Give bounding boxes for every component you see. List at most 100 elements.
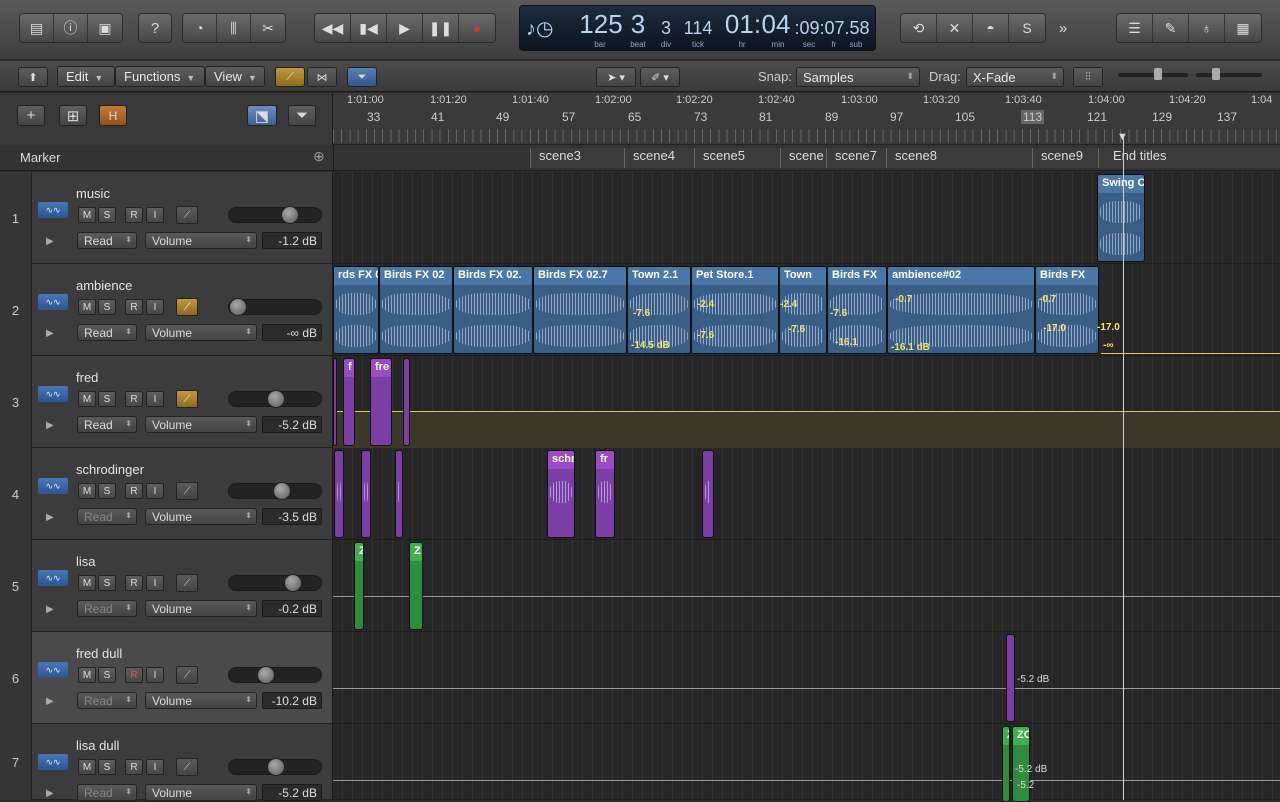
- fader-knob[interactable]: [267, 390, 285, 408]
- automation-parameter-select[interactable]: Volume ⬍: [145, 324, 257, 341]
- solo-button[interactable]: S: [98, 483, 116, 499]
- loop-browser-icon[interactable]: ♁: [1189, 14, 1225, 42]
- record-enable-button[interactable]: R: [125, 299, 143, 315]
- lcd-display[interactable]: ♪◷ 125 3 3 114 01: 04 :09:07.58 bar beat…: [519, 5, 876, 51]
- region-schrodinger[interactable]: [334, 450, 344, 538]
- mute-button[interactable]: M: [78, 299, 96, 315]
- drag-select[interactable]: X-Fade ⬍: [966, 67, 1064, 87]
- track-header-lisa-dull[interactable]: 7 ∿∿ lisa dull M S R I ⟋ ▶ Read ⬍ Volume ⬍…: [0, 724, 333, 801]
- automation-value-field[interactable]: -3.5 dB: [262, 508, 322, 525]
- catch-icon[interactable]: ⏷: [347, 67, 377, 87]
- automation-value-field[interactable]: -10.2 dB: [262, 692, 322, 709]
- lane-fred[interactable]: f fre: [333, 356, 1280, 448]
- automation-icon[interactable]: ⟋: [176, 298, 198, 316]
- library-icon[interactable]: ▤: [20, 14, 54, 42]
- help-icon[interactable]: ?: [138, 13, 172, 43]
- marker-scene3[interactable]: scene3: [530, 148, 624, 168]
- fader-knob[interactable]: [229, 298, 247, 316]
- automation-value-field[interactable]: -5.2 dB: [262, 784, 322, 801]
- notepad-icon[interactable]: ✎: [1153, 14, 1189, 42]
- automation-parameter-select[interactable]: Volume ⬍: [145, 232, 257, 249]
- automation-mode-select[interactable]: Read ⬍: [77, 232, 137, 249]
- fader-knob[interactable]: [281, 206, 299, 224]
- volume-fader[interactable]: [228, 574, 322, 592]
- input-monitor-button[interactable]: I: [146, 483, 164, 499]
- solo-button[interactable]: S: [98, 575, 116, 591]
- track-header-lisa[interactable]: 5 ∿∿ lisa M S R I ⟋ ▶ Read ⬍ Volume ⬍ -0.2…: [0, 540, 333, 632]
- region-ambience[interactable]: Birds FX 02.: [453, 266, 533, 354]
- track-name[interactable]: ambience: [76, 278, 132, 293]
- mute-button[interactable]: M: [78, 207, 96, 223]
- region-fred[interactable]: f: [343, 358, 355, 446]
- solo-button[interactable]: S: [98, 299, 116, 315]
- region-ambience[interactable]: Birds FX 02.7: [533, 266, 627, 354]
- volume-fader[interactable]: [228, 482, 322, 500]
- info-icon[interactable]: ⓘ: [54, 14, 88, 42]
- pointer-tool-icon[interactable]: ➤ ▾: [596, 67, 636, 87]
- region-music[interactable]: Swing C: [1097, 174, 1145, 262]
- region-lisa[interactable]: Z: [354, 542, 364, 630]
- record-enable-button[interactable]: R: [125, 667, 143, 683]
- automation-icon[interactable]: ⟋: [176, 390, 198, 408]
- smart-controls-icon[interactable]: ◔: [183, 14, 217, 42]
- region-fred[interactable]: fre: [370, 358, 392, 446]
- mute-button[interactable]: M: [78, 667, 96, 683]
- volume-fader[interactable]: [228, 298, 322, 316]
- marker-scene9[interactable]: scene9: [1032, 148, 1098, 168]
- volume-fader[interactable]: [228, 666, 322, 684]
- up-arrow-icon[interactable]: ⬆: [18, 67, 48, 87]
- region-fred[interactable]: [403, 358, 410, 446]
- region-lisa[interactable]: Z: [409, 542, 423, 630]
- editors-icon[interactable]: ✂: [251, 14, 285, 42]
- functions-menu[interactable]: Functions ▼: [115, 66, 205, 87]
- add-track-icon[interactable]: +: [17, 105, 45, 126]
- fader-knob[interactable]: [284, 574, 302, 592]
- catch-playhead-icon[interactable]: ⬔: [247, 105, 277, 126]
- timeline-ruler[interactable]: 1:01:00 1:01:20 1:01:40 1:02:00 1:02:20 …: [333, 93, 1280, 145]
- automation-mode-select[interactable]: Read ⬍: [77, 600, 137, 617]
- replace-icon[interactable]: ✕: [937, 14, 973, 42]
- input-monitor-button[interactable]: I: [146, 207, 164, 223]
- track-name[interactable]: music: [76, 186, 110, 201]
- back-icon[interactable]: ▮◀: [351, 14, 387, 42]
- marker-scene6[interactable]: scene: [780, 148, 826, 168]
- marker-end-titles[interactable]: End titles: [1098, 148, 1280, 168]
- automation-parameter-select[interactable]: Volume ⬍: [145, 508, 257, 525]
- mixer-icon[interactable]: ⫼: [217, 14, 251, 42]
- vertical-zoom-slider[interactable]: [1118, 68, 1188, 80]
- automation-line[interactable]: [333, 780, 1280, 781]
- automation-parameter-select[interactable]: Volume ⬍: [145, 784, 257, 801]
- disclosure-triangle-icon[interactable]: ▶: [46, 236, 54, 247]
- automation-icon[interactable]: ⟋: [176, 574, 198, 592]
- automation-toggle-icon[interactable]: ⟋: [275, 67, 305, 87]
- marker-scene8[interactable]: scene8: [886, 148, 1032, 168]
- playhead[interactable]: [1123, 135, 1124, 800]
- region-lisa-dull[interactable]: Z: [1002, 726, 1010, 802]
- track-name[interactable]: lisa dull: [76, 738, 119, 753]
- fader-knob[interactable]: [257, 666, 275, 684]
- automation-value-field[interactable]: -1.2 dB: [262, 232, 322, 249]
- track-header-fred[interactable]: 3 ∿∿ fred M S R I ⟋ ▶ Read ⬍ Volume ⬍ -5.2…: [0, 356, 333, 448]
- lane-lisa-dull[interactable]: Z ZO -5.2 dB -5.2: [333, 724, 1280, 802]
- waveform-zoom-icon[interactable]: ⫶⫶: [1073, 67, 1103, 87]
- disclosure-triangle-icon[interactable]: ▶: [46, 788, 54, 799]
- disclosure-triangle-icon[interactable]: ▶: [46, 512, 54, 523]
- region-fred[interactable]: [333, 358, 337, 446]
- rewind-icon[interactable]: ◀◀: [315, 14, 351, 42]
- snap-select[interactable]: Samples ⬍: [796, 67, 920, 87]
- automation-value-field[interactable]: -∞ dB: [262, 324, 322, 341]
- mute-button[interactable]: M: [78, 391, 96, 407]
- pause-icon[interactable]: ❚❚: [423, 14, 459, 42]
- region-schrodinger[interactable]: [361, 450, 371, 538]
- solo-button[interactable]: S: [98, 207, 116, 223]
- region-ambience[interactable]: ambience#02: [887, 266, 1035, 354]
- track-name[interactable]: schrodinger: [76, 462, 144, 477]
- tuner-icon[interactable]: ◓: [973, 14, 1009, 42]
- record-enable-button[interactable]: R: [125, 391, 143, 407]
- view-menu[interactable]: View ▼: [205, 66, 265, 87]
- mute-button[interactable]: M: [78, 483, 96, 499]
- track-name[interactable]: fred: [76, 370, 98, 385]
- cycle-icon[interactable]: ⟲: [901, 14, 937, 42]
- record-enable-button[interactable]: R: [125, 207, 143, 223]
- record-enable-button[interactable]: R: [125, 759, 143, 775]
